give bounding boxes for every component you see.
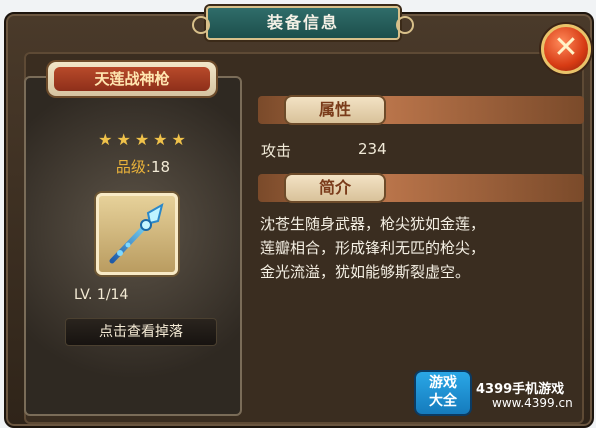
view-drop-button[interactable]: 点击查看掉落 xyxy=(65,318,217,346)
watermark-badge-bottom: 大全 xyxy=(429,393,457,409)
attribute-value: 234 xyxy=(358,140,387,158)
item-description: 沈苍生随身武器，枪尖犹如金莲， 莲瓣相合，形成锋利无匹的枪尖， 金光流溢，犹如能… xyxy=(260,212,580,284)
watermark-logo: 游戏 大全 xyxy=(416,372,470,414)
item-level: LV. 1/14 xyxy=(74,287,129,303)
description-line: 莲瓣相合，形成锋利无匹的枪尖， xyxy=(260,239,486,257)
attributes-section-label: 属性 xyxy=(286,97,384,123)
description-line: 沈苍生随身武器，枪尖犹如金莲， xyxy=(260,215,486,233)
watermark-text: 4399手机游戏 xyxy=(476,382,565,397)
attribute-name: 攻击 xyxy=(261,142,292,160)
item-grade: 品级:18 xyxy=(78,156,208,176)
watermark-badge-top: 游戏 xyxy=(429,375,457,391)
grade-value: 18 xyxy=(150,158,171,176)
window-title: 装备信息 xyxy=(192,6,414,40)
item-name: 天莲战神枪 xyxy=(54,67,210,91)
item-slot[interactable] xyxy=(96,193,178,275)
watermark-url: www.4399.cn xyxy=(492,396,573,410)
close-button[interactable]: ✕ xyxy=(541,24,591,74)
close-icon: ✕ xyxy=(553,30,579,65)
grade-label: 品级: xyxy=(115,158,151,176)
star-rating: ★★★★★ xyxy=(98,130,190,149)
attribute-row: 攻击 234 xyxy=(261,140,581,162)
item-name-plate: 天莲战神枪 xyxy=(48,62,216,96)
description-line: 金光流溢，犹如能够斯裂虚空。 xyxy=(260,263,471,281)
intro-section-label: 简介 xyxy=(286,175,384,201)
spear-icon xyxy=(109,202,164,264)
screenshot-frame: 装备信息 ✕ 天莲战神枪 ★★★★★ 品级:18 LV. 1/14 点击查看掉落… xyxy=(0,0,596,428)
